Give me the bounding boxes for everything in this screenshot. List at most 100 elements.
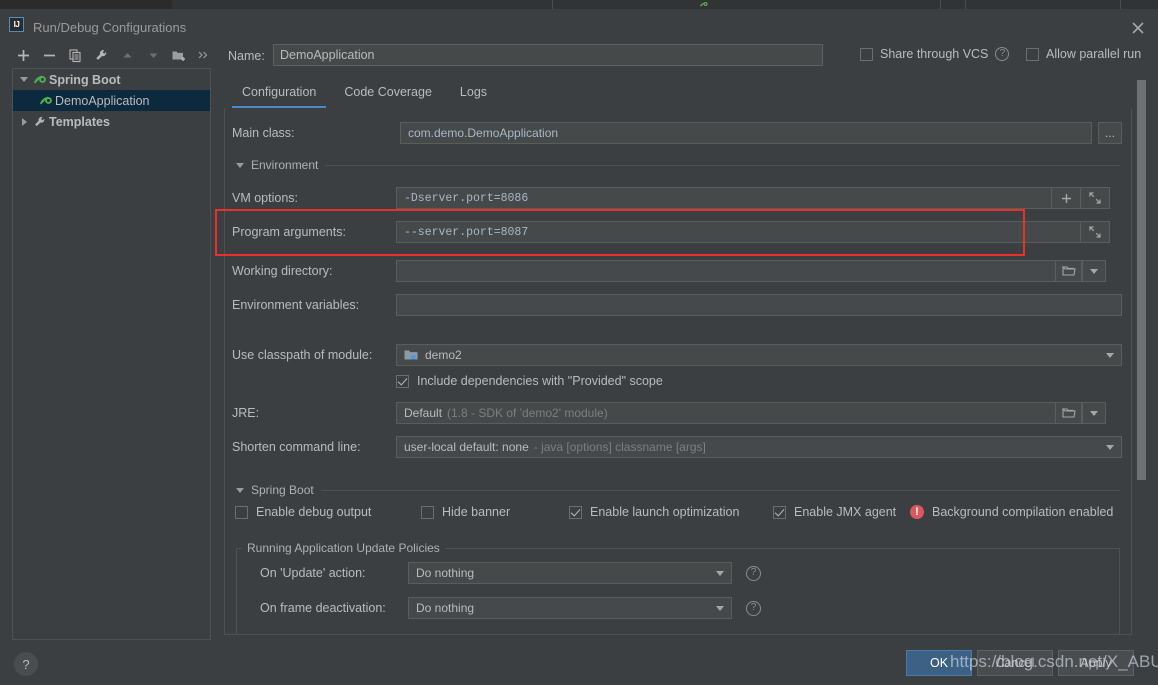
enable-jmx-agent-row: Enable JMX agent <box>773 505 896 519</box>
apply-button[interactable]: Apply <box>1058 650 1134 676</box>
chevron-down-icon <box>1090 410 1098 416</box>
tree-item-templates[interactable]: Templates <box>13 111 210 132</box>
configuration-form: Main class: com.demo.DemoApplication ...… <box>228 108 1128 635</box>
expand-toggle-icon[interactable] <box>17 77 31 82</box>
vm-options-add-button[interactable] <box>1052 187 1081 209</box>
main-class-row: Main class: com.demo.DemoApplication ... <box>232 122 1128 144</box>
share-through-vcs-row: Share through VCS ? <box>860 47 1010 61</box>
background-compilation-warning: ! Background compilation enabled <box>910 505 1113 519</box>
config-tabs: Configuration Code Coverage Logs <box>228 80 501 108</box>
tab-logs[interactable]: Logs <box>446 80 501 108</box>
shorten-command-line-hint: - java [options] classname [args] <box>533 440 706 454</box>
chevron-down-icon[interactable] <box>236 162 244 168</box>
on-frame-deactivation-row: On frame deactivation: Do nothing ? <box>260 597 761 619</box>
on-update-action-value: Do nothing <box>416 566 475 580</box>
include-provided-row: Include dependencies with "Provided" sco… <box>396 374 663 388</box>
tree-item-label: Spring Boot <box>49 72 121 87</box>
on-update-action-help-icon[interactable]: ? <box>746 565 761 581</box>
vm-options-expand-button[interactable] <box>1081 187 1110 209</box>
environment-variables-input[interactable] <box>396 294 1122 316</box>
enable-debug-output-checkbox[interactable] <box>235 505 248 519</box>
environment-variables-row: Environment variables: <box>232 294 1128 316</box>
name-label: Name: <box>228 49 265 63</box>
cancel-button[interactable]: Cancel <box>977 650 1053 676</box>
program-arguments-input[interactable]: --server.port=8087 <box>396 221 1081 243</box>
tree-item-demoapplication[interactable]: DemoApplication <box>13 90 210 111</box>
chevron-down-icon <box>716 605 724 611</box>
main-class-browse-button[interactable]: ... <box>1098 122 1122 144</box>
jre-input[interactable]: Default (1.8 - SDK of 'demo2' module) <box>396 402 1056 424</box>
main-class-input[interactable]: com.demo.DemoApplication <box>400 122 1092 144</box>
allow-parallel-run-label: Allow parallel run <box>1046 47 1142 61</box>
working-directory-browse-button[interactable] <box>1056 260 1082 282</box>
spring-boot-icon <box>37 94 55 107</box>
tree-item-spring-boot[interactable]: Spring Boot <box>13 69 210 90</box>
move-down-button[interactable] <box>140 43 166 67</box>
on-frame-deactivation-help-icon[interactable]: ? <box>746 600 761 616</box>
jre-dropdown-button[interactable] <box>1082 402 1106 424</box>
allow-parallel-run-checkbox[interactable] <box>1026 47 1039 61</box>
more-options-button[interactable] <box>192 43 214 67</box>
edit-templates-button[interactable] <box>88 43 114 67</box>
program-arguments-row: Program arguments: --server.port=8087 <box>232 221 1128 243</box>
configurations-toolbar <box>10 42 215 68</box>
include-provided-checkbox[interactable] <box>396 374 409 388</box>
tab-configuration[interactable]: Configuration <box>228 80 330 108</box>
hide-banner-checkbox[interactable] <box>421 505 434 519</box>
move-up-button[interactable] <box>114 43 140 67</box>
copy-configuration-button[interactable] <box>62 43 88 67</box>
chevron-down-icon[interactable] <box>236 487 244 493</box>
classpath-module-select[interactable]: demo2 <box>396 344 1122 366</box>
on-update-action-row: On 'Update' action: Do nothing ? <box>260 562 761 584</box>
vm-options-input[interactable]: -Dserver.port=8086 <box>396 187 1052 209</box>
on-frame-deactivation-select[interactable]: Do nothing <box>408 597 732 619</box>
configurations-tree: Spring Boot DemoApplication Templates <box>12 68 211 640</box>
expand-toggle-icon[interactable] <box>17 117 31 126</box>
shorten-command-line-select[interactable]: user-local default: none - java [options… <box>396 436 1122 458</box>
spring-boot-icon <box>31 73 49 86</box>
add-configuration-button[interactable] <box>10 43 36 67</box>
chevron-down-icon <box>716 570 724 576</box>
chevron-down-icon[interactable] <box>1106 444 1114 450</box>
enable-launch-optimization-row: Enable launch optimization <box>569 505 739 519</box>
tab-code-coverage[interactable]: Code Coverage <box>330 80 446 108</box>
ok-button[interactable]: OK <box>906 650 972 676</box>
on-frame-deactivation-value: Do nothing <box>416 601 475 615</box>
program-arguments-expand-button[interactable] <box>1081 221 1110 243</box>
update-policies-title: Running Application Update Policies <box>242 541 445 555</box>
share-through-vcs-checkbox[interactable] <box>860 47 873 61</box>
new-folder-button[interactable] <box>166 43 192 67</box>
environment-variables-label: Environment variables: <box>232 298 360 312</box>
on-frame-deactivation-label: On frame deactivation: <box>260 601 386 615</box>
working-directory-dropdown-button[interactable] <box>1082 260 1106 282</box>
environment-section-header: Environment <box>236 158 1120 172</box>
enable-debug-output-row: Enable debug output <box>235 505 371 519</box>
vm-options-row: VM options: -Dserver.port=8086 <box>232 187 1128 209</box>
background-compilation-label: Background compilation enabled <box>932 505 1114 519</box>
working-directory-row: Working directory: <box>232 260 1128 282</box>
spring-boot-icon <box>700 2 708 7</box>
share-through-vcs-help-icon[interactable]: ? <box>995 47 1010 61</box>
share-through-vcs-label: Share through VCS <box>880 47 989 61</box>
enable-launch-optimization-checkbox[interactable] <box>569 505 582 519</box>
jre-browse-button[interactable] <box>1056 402 1082 424</box>
hide-banner-label: Hide banner <box>442 505 511 519</box>
name-input[interactable]: DemoApplication <box>273 44 823 66</box>
dialog-titlebar: IJ Run/Debug Configurations <box>0 9 1158 39</box>
help-button[interactable]: ? <box>14 652 38 676</box>
module-icon <box>404 350 418 360</box>
on-update-action-select[interactable]: Do nothing <box>408 562 732 584</box>
enable-jmx-agent-checkbox[interactable] <box>773 505 786 519</box>
vm-options-label: VM options: <box>232 191 299 205</box>
chevron-down-icon[interactable] <box>1106 352 1114 358</box>
tree-item-label: DemoApplication <box>55 93 150 108</box>
working-directory-input[interactable] <box>396 260 1056 282</box>
enable-jmx-agent-label: Enable JMX agent <box>794 505 897 519</box>
environment-section-label: Environment <box>251 158 319 172</box>
content-scrollbar-thumb[interactable] <box>1137 80 1146 480</box>
shorten-command-line-row: Shorten command line: user-local default… <box>232 436 1128 458</box>
shorten-command-line-label: Shorten command line: <box>232 440 361 454</box>
remove-configuration-button[interactable] <box>36 43 62 67</box>
intellij-logo-icon: IJ <box>9 17 24 32</box>
close-icon[interactable] <box>1128 18 1148 38</box>
